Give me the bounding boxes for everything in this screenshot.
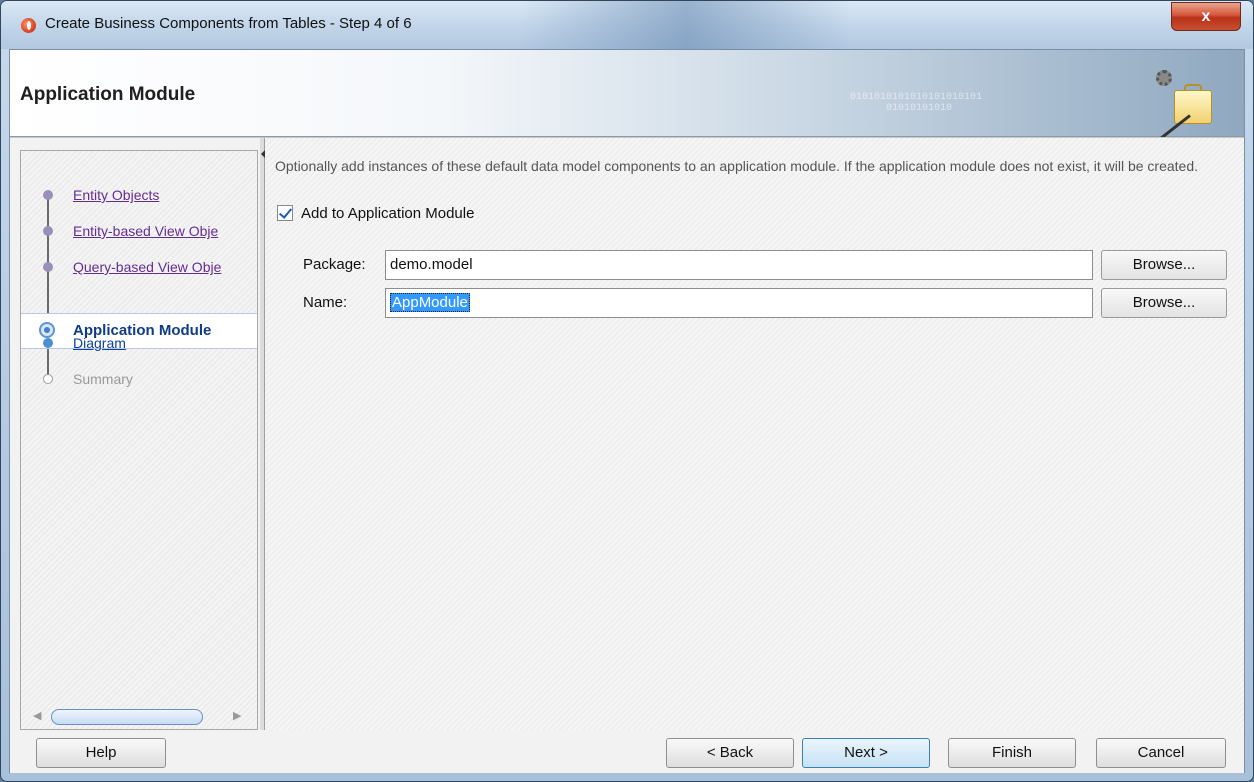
step-label[interactable]: Entity Objects — [73, 187, 159, 203]
step-content-pane: Optionally add instances of these defaul… — [265, 138, 1244, 730]
step-entity-based-view-objects[interactable]: Entity-based View Obje — [39, 221, 218, 241]
scroll-right-icon[interactable]: ▶ — [233, 709, 241, 722]
step-label: Summary — [73, 371, 133, 387]
step-entity-objects[interactable]: Entity Objects — [39, 185, 159, 205]
step-label[interactable]: Entity-based View Obje — [73, 223, 218, 239]
binary-decoration: 0101010101010101010101 01010101010 — [850, 92, 983, 114]
step-diagram[interactable]: Diagram — [39, 333, 126, 353]
steps-horizontal-scrollbar[interactable]: ◀ ▶ — [33, 708, 245, 726]
step-dot-icon — [43, 374, 53, 384]
step-dot-icon — [43, 338, 53, 348]
title-bar: Create Business Components from Tables -… — [1, 1, 1253, 49]
step-dot-icon — [43, 262, 53, 272]
finish-button[interactable]: Finish — [948, 738, 1076, 768]
scroll-thumb[interactable] — [51, 709, 203, 725]
oracle-app-icon — [21, 18, 36, 33]
button-bar: Help < Back Next > Finish Cancel — [10, 730, 1244, 773]
page-title: Application Module — [20, 84, 196, 105]
name-label: Name: — [303, 294, 348, 311]
package-label: Package: — [303, 256, 366, 273]
scroll-left-icon[interactable]: ◀ — [33, 709, 41, 722]
name-input[interactable]: AppModule — [385, 288, 1093, 318]
help-button[interactable]: Help — [36, 738, 166, 768]
step-description: Optionally add instances of these defaul… — [275, 158, 1199, 174]
close-button[interactable]: x — [1171, 2, 1241, 31]
name-browse-button[interactable]: Browse... — [1101, 288, 1227, 318]
briefcase-wizard-icon — [1141, 70, 1214, 154]
add-to-app-module-checkbox[interactable] — [277, 205, 293, 221]
gear-icon — [1156, 70, 1172, 86]
window-title: Create Business Components from Tables -… — [45, 15, 412, 32]
name-input-selected-text: AppModule — [390, 293, 470, 312]
step-summary: Summary — [39, 369, 133, 389]
dialog-frame: Application Module 010101010101010101010… — [9, 49, 1245, 773]
add-to-app-module-label[interactable]: Add to Application Module — [301, 205, 474, 222]
step-dot-icon — [43, 190, 53, 200]
back-button[interactable]: < Back — [666, 738, 794, 768]
cancel-button[interactable]: Cancel — [1096, 738, 1226, 768]
step-dot-icon — [43, 226, 53, 236]
package-input[interactable]: demo.model — [385, 250, 1093, 280]
step-query-based-view-objects[interactable]: Query-based View Obje — [39, 257, 221, 277]
header-banner: Application Module 010101010101010101010… — [10, 50, 1244, 154]
wizard-window: Create Business Components from Tables -… — [0, 0, 1254, 782]
step-label[interactable]: Diagram — [73, 335, 126, 351]
next-button[interactable]: Next > — [802, 738, 930, 768]
step-label[interactable]: Query-based View Obje — [73, 259, 221, 275]
content-area: Entity Objects Entity-based View Obje Qu… — [10, 137, 1244, 730]
steps-navigator: Entity Objects Entity-based View Obje Qu… — [20, 150, 258, 730]
package-browse-button[interactable]: Browse... — [1101, 250, 1227, 280]
